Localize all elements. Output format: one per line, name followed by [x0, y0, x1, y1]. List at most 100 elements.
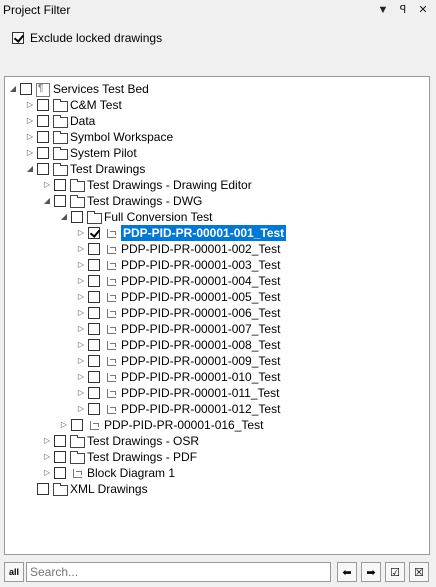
tree-collapsed-icon[interactable]: ▷	[76, 289, 86, 305]
exclude-locked-option[interactable]: Exclude locked drawings	[12, 31, 162, 45]
tree-item-label[interactable]: PDP-PID-PR-00001-007_Test	[121, 321, 280, 337]
tree-item-checkbox[interactable]	[88, 403, 100, 415]
tree-item-checkbox[interactable]	[54, 451, 66, 463]
tree-expanded-icon[interactable]: ◢	[8, 81, 18, 97]
check-all-button[interactable]: ☑	[385, 562, 405, 582]
tree-collapsed-icon[interactable]: ▷	[42, 465, 52, 481]
tree-collapsed-icon[interactable]: ▷	[42, 449, 52, 465]
tree-collapsed-icon[interactable]: ▷	[42, 177, 52, 193]
tree-collapsed-icon[interactable]: ▷	[76, 401, 86, 417]
tree-item-checkbox[interactable]	[20, 83, 32, 95]
tree-expanded-icon[interactable]: ◢	[59, 209, 69, 225]
tree-item-label[interactable]: Full Conversion Test	[104, 209, 213, 225]
tree-item-label[interactable]: PDP-PID-PR-00001-003_Test	[121, 257, 280, 273]
tree-item-checkbox[interactable]	[54, 467, 66, 479]
tree-item[interactable]: ▷ PDP-PID-PR-00001-001_Test	[76, 225, 287, 241]
previous-button[interactable]: ⬅	[337, 562, 357, 582]
tree-collapsed-icon[interactable]: ▷	[76, 241, 86, 257]
tree-item[interactable]: ▷ C&M Test	[25, 97, 122, 113]
tree-collapsed-icon[interactable]: ▷	[59, 417, 69, 433]
tree-collapsed-icon[interactable]: ▷	[76, 385, 86, 401]
tree-item-checkbox[interactable]	[88, 227, 100, 239]
tree-collapsed-icon[interactable]: ▷	[76, 225, 86, 241]
tree-item-label[interactable]: Test Drawings - OSR	[87, 433, 199, 449]
tree-item[interactable]: ▷ Test Drawings - Drawing Editor	[42, 177, 252, 193]
tree-item-label[interactable]: PDP-PID-PR-00001-004_Test	[121, 273, 280, 289]
tree-item-label[interactable]: Services Test Bed	[53, 81, 149, 97]
tree-item-checkbox[interactable]	[54, 435, 66, 447]
tree-item-checkbox[interactable]	[71, 211, 83, 223]
tree-item-checkbox[interactable]	[88, 243, 100, 255]
tree-item[interactable]: ▷ Test Drawings - OSR	[42, 433, 199, 449]
tree-item-checkbox[interactable]	[88, 307, 100, 319]
tree-item-label[interactable]: PDP-PID-PR-00001-001_Test	[121, 225, 287, 241]
tree-item-label[interactable]: Symbol Workspace	[70, 129, 173, 145]
tree-item[interactable]: ◢ Test Drawings	[25, 161, 145, 177]
tree-item-checkbox[interactable]	[88, 323, 100, 335]
next-button[interactable]: ➡	[361, 562, 381, 582]
tree-item-label[interactable]: XML Drawings	[70, 481, 148, 497]
tree-item-label[interactable]: System Pilot	[70, 145, 137, 161]
tree-item-checkbox[interactable]	[54, 195, 66, 207]
tree-collapsed-icon[interactable]: ▷	[25, 113, 35, 129]
tree-item-label[interactable]: PDP-PID-PR-00001-016_Test	[104, 417, 263, 433]
tree-item-checkbox[interactable]	[37, 483, 49, 495]
tree-item-checkbox[interactable]	[88, 387, 100, 399]
tree-item-label[interactable]: PDP-PID-PR-00001-011_Test	[121, 385, 280, 401]
tree-item[interactable]: ▷ PDP-PID-PR-00001-008_Test	[76, 337, 280, 353]
project-tree[interactable]: ◢ Services Test Bed ▷ C&M Test ▷ Data ▷ Symbol …	[4, 76, 430, 555]
filter-all-button[interactable]: all	[4, 562, 24, 582]
tree-item[interactable]: ◢ Services Test Bed	[8, 81, 149, 97]
tree-item[interactable]: ▷ System Pilot	[25, 145, 137, 161]
tree-item[interactable]: XML Drawings	[25, 481, 148, 497]
tree-item-checkbox[interactable]	[88, 259, 100, 271]
tree-item-checkbox[interactable]	[37, 163, 49, 175]
tree-item-checkbox[interactable]	[37, 147, 49, 159]
tree-item[interactable]: ▷ Data	[25, 113, 95, 129]
tree-collapsed-icon[interactable]: ▷	[25, 129, 35, 145]
tree-item-label[interactable]: PDP-PID-PR-00001-008_Test	[121, 337, 280, 353]
tree-item[interactable]: ◢ Full Conversion Test	[59, 209, 213, 225]
tree-item-checkbox[interactable]	[37, 99, 49, 111]
tree-item-label[interactable]: Test Drawings - PDF	[87, 449, 197, 465]
tree-item[interactable]: ▷ PDP-PID-PR-00001-004_Test	[76, 273, 280, 289]
tree-expanded-icon[interactable]: ◢	[25, 161, 35, 177]
exclude-locked-checkbox[interactable]	[12, 32, 24, 44]
tree-item[interactable]: ▷ PDP-PID-PR-00001-011_Test	[76, 385, 280, 401]
tree-item[interactable]: ▷ Block Diagram 1	[42, 465, 175, 481]
tree-item-label[interactable]: PDP-PID-PR-00001-006_Test	[121, 305, 280, 321]
pin-icon[interactable]: ꟼ	[396, 2, 410, 18]
tree-collapsed-icon[interactable]: ▷	[42, 433, 52, 449]
tree-item-checkbox[interactable]	[37, 131, 49, 143]
tree-collapsed-icon[interactable]: ▷	[76, 369, 86, 385]
tree-item-label[interactable]: PDP-PID-PR-00001-005_Test	[121, 289, 280, 305]
tree-item-checkbox[interactable]	[88, 371, 100, 383]
tree-item[interactable]: ◢ Test Drawings - DWG	[42, 193, 202, 209]
tree-item-label[interactable]: Test Drawings	[70, 161, 145, 177]
tree-collapsed-icon[interactable]: ▷	[76, 337, 86, 353]
tree-item[interactable]: ▷ Symbol Workspace	[25, 129, 173, 145]
tree-item-checkbox[interactable]	[88, 339, 100, 351]
tree-item[interactable]: ▷ PDP-PID-PR-00001-006_Test	[76, 305, 280, 321]
tree-item[interactable]: ▷ PDP-PID-PR-00001-003_Test	[76, 257, 280, 273]
search-input[interactable]	[26, 562, 331, 582]
tree-item-label[interactable]: C&M Test	[70, 97, 122, 113]
tree-item-label[interactable]: PDP-PID-PR-00001-009_Test	[121, 353, 280, 369]
tree-item[interactable]: ▷ PDP-PID-PR-00001-002_Test	[76, 241, 280, 257]
tree-item-checkbox[interactable]	[71, 419, 83, 431]
tree-item[interactable]: ▷ PDP-PID-PR-00001-007_Test	[76, 321, 280, 337]
tree-item-checkbox[interactable]	[37, 115, 49, 127]
tree-collapsed-icon[interactable]: ▷	[76, 305, 86, 321]
tree-item-checkbox[interactable]	[88, 355, 100, 367]
tree-collapsed-icon[interactable]: ▷	[76, 273, 86, 289]
dropdown-menu-icon[interactable]: ▼	[376, 2, 390, 18]
tree-collapsed-icon[interactable]: ▷	[76, 321, 86, 337]
tree-item-label[interactable]: PDP-PID-PR-00001-012_Test	[121, 401, 280, 417]
tree-item-label[interactable]: Block Diagram 1	[87, 465, 175, 481]
tree-item-checkbox[interactable]	[54, 179, 66, 191]
tree-item[interactable]: ▷ PDP-PID-PR-00001-010_Test	[76, 369, 280, 385]
tree-item-label[interactable]: Test Drawings - DWG	[87, 193, 202, 209]
tree-item-checkbox[interactable]	[88, 291, 100, 303]
tree-item[interactable]: ▷ PDP-PID-PR-00001-012_Test	[76, 401, 280, 417]
tree-item-label[interactable]: PDP-PID-PR-00001-010_Test	[121, 369, 280, 385]
